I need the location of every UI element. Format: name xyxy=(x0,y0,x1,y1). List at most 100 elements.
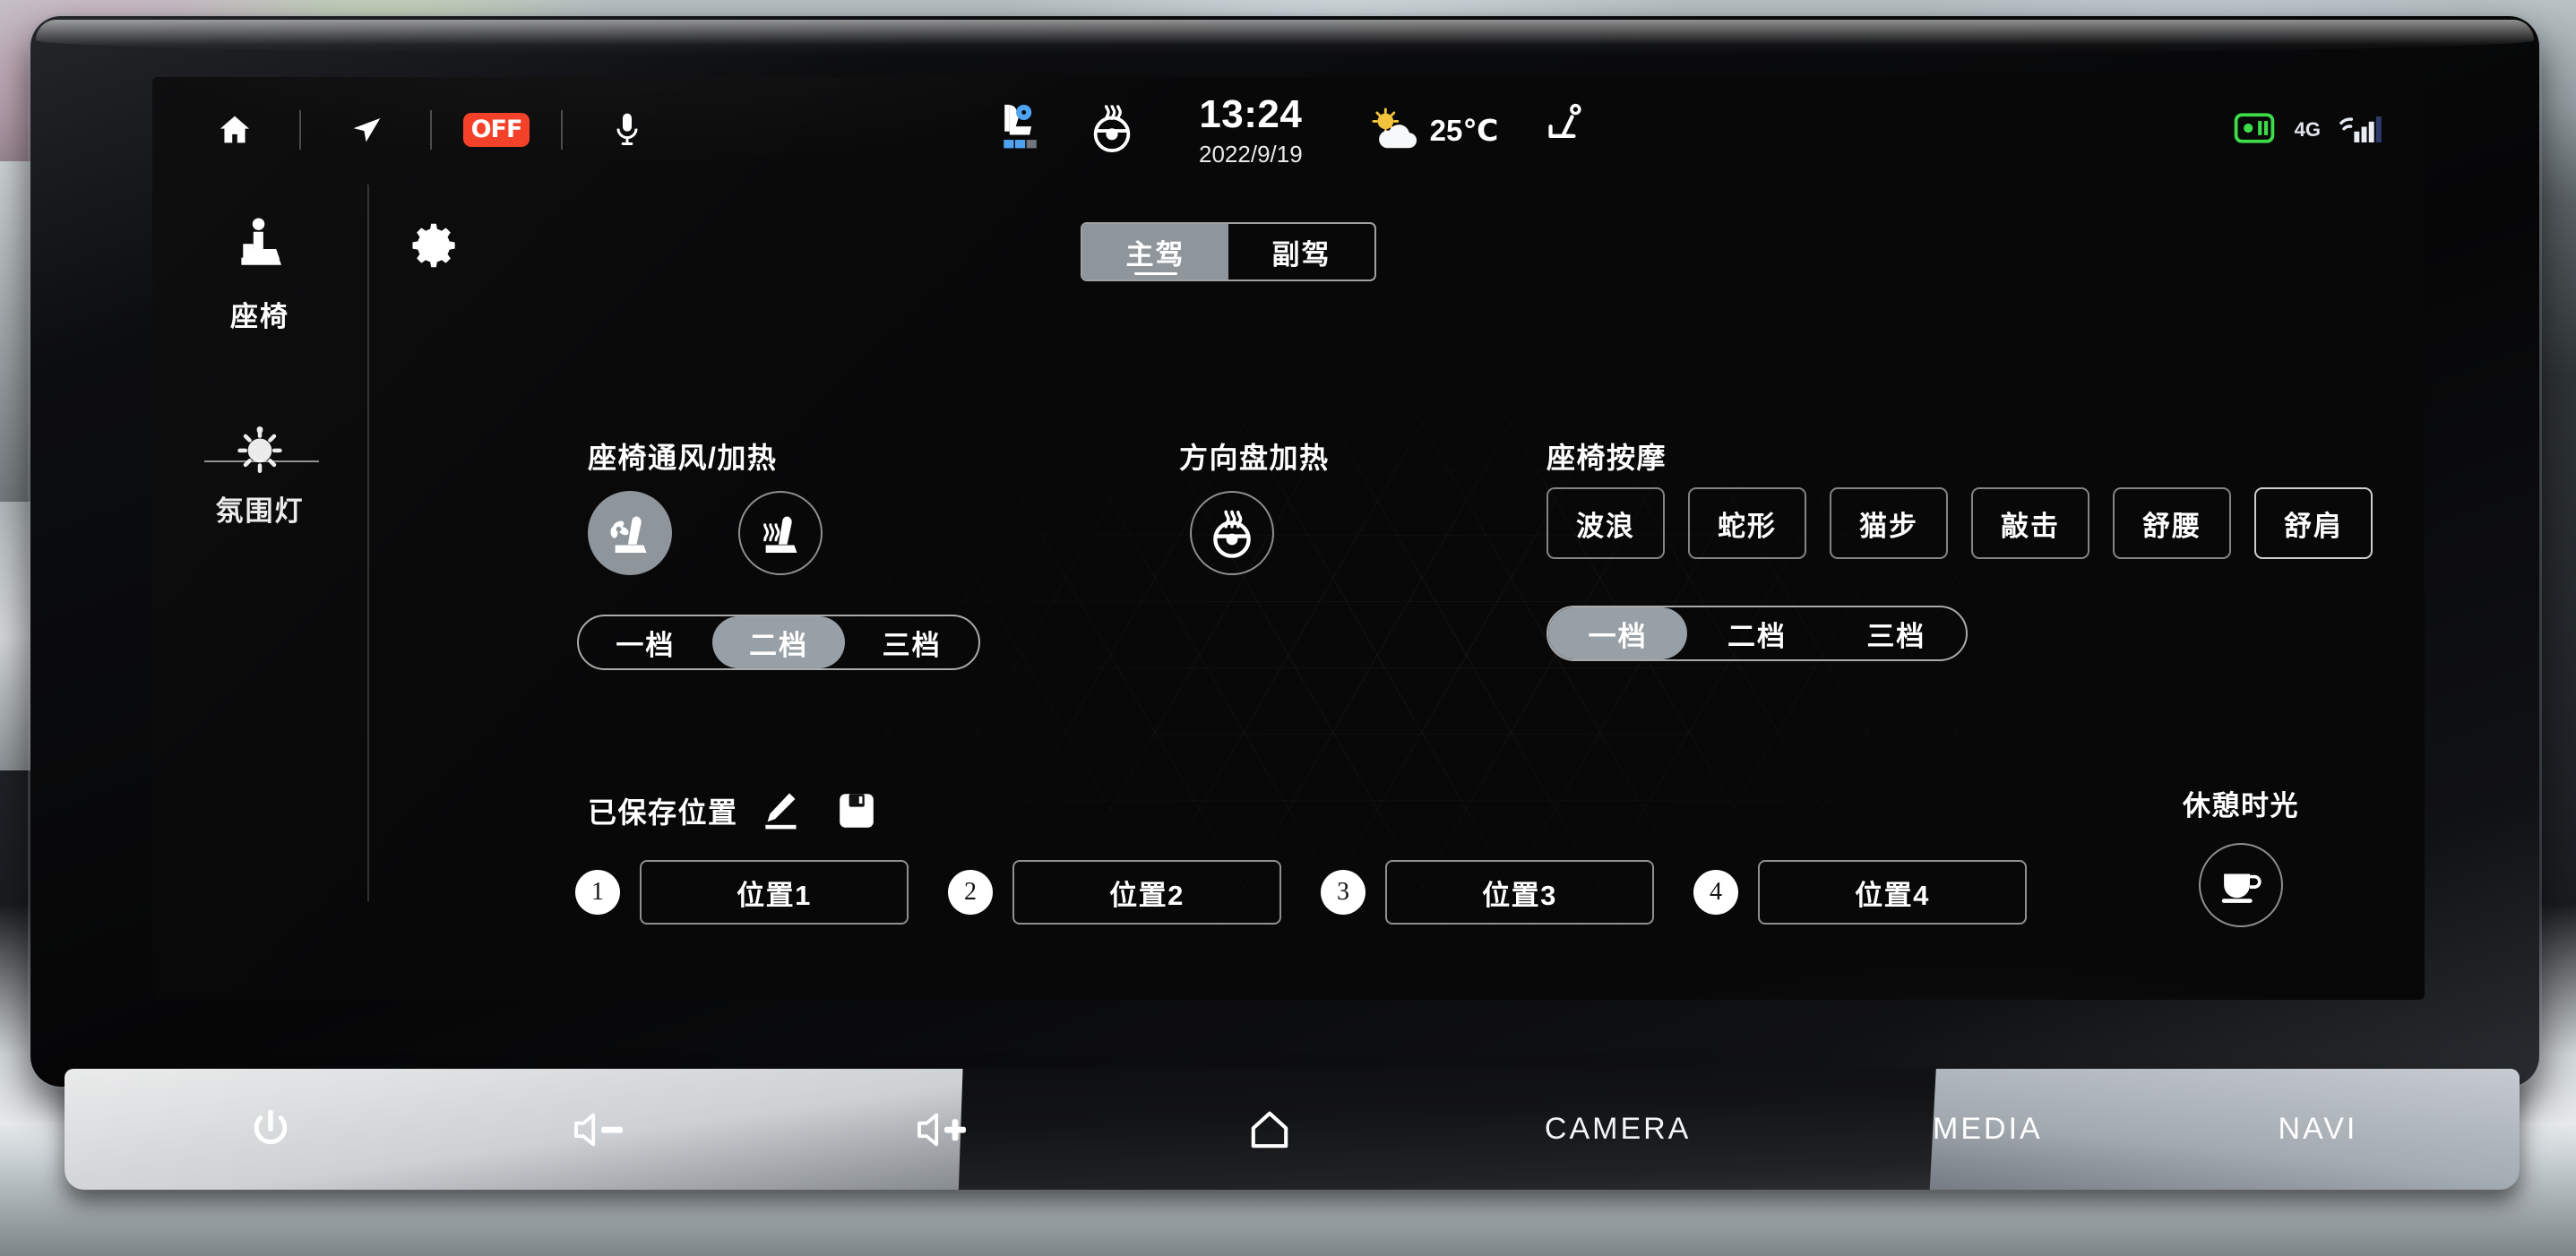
off-toggle-button[interactable]: OFF xyxy=(453,77,539,183)
position-number-2: 2 xyxy=(948,870,993,915)
sidebar-active-underline xyxy=(204,460,319,462)
tab-driver[interactable]: 主驾 xyxy=(1082,224,1228,280)
weather-widget[interactable]: 25℃ xyxy=(1366,108,1499,152)
massage-mode-1-label: 蛇形 xyxy=(1718,510,1777,542)
navigation-button[interactable] xyxy=(323,77,409,183)
position-number-4: 4 xyxy=(1693,870,1738,915)
clock-time: 13:24 xyxy=(1199,91,1303,136)
massage-mode-5[interactable]: 舒肩 xyxy=(2254,487,2373,559)
position-button-1[interactable]: 位置1 xyxy=(640,860,909,925)
massage-level-selector: 一档 二档 三档 xyxy=(1546,606,1968,661)
volume-up-button[interactable] xyxy=(777,1069,1111,1190)
sidebar-divider xyxy=(367,185,369,901)
massage-level-3[interactable]: 三档 xyxy=(1827,607,1966,659)
tab-passenger[interactable]: 副驾 xyxy=(1228,224,1374,280)
volume-down-button[interactable] xyxy=(425,1069,777,1190)
hotspot-button[interactable] xyxy=(2234,112,2275,148)
seat-ventilation-status-button[interactable] xyxy=(995,99,1045,161)
status-bar-left-group: OFF xyxy=(192,77,670,183)
seat-climate-level-selector: 一档 二档 三档 xyxy=(577,615,980,670)
sidebar: 座椅 氛围灯 xyxy=(152,192,367,962)
seat-ventilation-button[interactable] xyxy=(588,491,672,575)
microphone-icon xyxy=(616,113,638,145)
photo-scene: OFF 13:24 2022/9/19 25℃ 4G 座椅 氛围灯 主驾 副驾 … xyxy=(0,0,2576,1256)
sidebar-item-ambient-light[interactable]: 氛围灯 xyxy=(152,407,367,541)
massage-level-3-label: 三档 xyxy=(1866,620,1926,652)
seat-side-tabs: 主驾 副驾 xyxy=(1081,222,1376,281)
saved-positions-row: 1 位置1 2 位置2 3 位置3 4 位置4 xyxy=(575,860,2027,925)
seat-ventilation-status-icon xyxy=(1004,104,1037,148)
massage-mode-4[interactable]: 舒腰 xyxy=(2113,487,2231,559)
steering-wheel-heat-status-icon xyxy=(1093,104,1131,152)
position-number-3: 3 xyxy=(1321,870,1366,915)
rest-mode-button[interactable] xyxy=(2199,843,2283,927)
tab-driver-label: 主驾 xyxy=(1125,238,1185,271)
home-icon xyxy=(220,116,250,143)
navi-button[interactable]: NAVI xyxy=(2168,1069,2468,1190)
save-position-button[interactable] xyxy=(835,789,878,832)
steering-wheel-heat-button[interactable] xyxy=(1190,491,1274,575)
saved-positions-title: 已保存位置 xyxy=(588,796,738,829)
gear-icon xyxy=(412,223,455,268)
steering-wheel-heat-status-button[interactable] xyxy=(1088,102,1136,159)
status-divider-2 xyxy=(430,110,432,150)
seat-level-1[interactable]: 一档 xyxy=(579,616,712,668)
position-button-3[interactable]: 位置3 xyxy=(1385,860,1654,925)
sidebar-item-ambient-light-label: 氛围灯 xyxy=(215,495,305,527)
seat-climate-buttons xyxy=(588,491,823,575)
massage-mode-5-label: 舒肩 xyxy=(2284,510,2343,542)
rest-mode-label: 休憩时光 xyxy=(2183,790,2299,822)
cellular-signal-icon xyxy=(2339,116,2382,142)
massage-level-2[interactable]: 二档 xyxy=(1687,607,1826,659)
position-button-4[interactable]: 位置4 xyxy=(1758,860,2027,925)
massage-mode-0[interactable]: 波浪 xyxy=(1546,487,1665,559)
position-button-2[interactable]: 位置2 xyxy=(1012,860,1281,925)
status-bar-center-group: 13:24 2022/9/19 25℃ xyxy=(995,77,1588,183)
sidebar-item-seat[interactable]: 座椅 xyxy=(152,208,367,342)
massage-mode-2-label: 猫步 xyxy=(1859,510,1918,542)
home-button[interactable] xyxy=(192,77,278,183)
tab-passenger-label: 副驾 xyxy=(1271,238,1331,271)
settings-button[interactable] xyxy=(398,210,470,281)
power-button[interactable] xyxy=(116,1069,425,1190)
clock-date: 2022/9/19 xyxy=(1199,140,1303,168)
cellular-signal-button[interactable] xyxy=(2337,111,2385,150)
ambient-light-icon xyxy=(237,426,282,473)
massage-mode-3[interactable]: 敲击 xyxy=(1971,487,2089,559)
pencil-edit-icon xyxy=(764,793,797,830)
media-button[interactable]: MEDIA xyxy=(1807,1069,2168,1190)
camera-button[interactable]: CAMERA xyxy=(1428,1069,1807,1190)
hardware-button-strip: CAMERA MEDIA NAVI xyxy=(65,1069,2520,1190)
massage-mode-1[interactable]: 蛇形 xyxy=(1688,487,1806,559)
status-bar-right-group: 4G xyxy=(2234,77,2385,183)
edit-positions-button[interactable] xyxy=(758,788,803,833)
status-bar: OFF 13:24 2022/9/19 25℃ 4G xyxy=(152,77,2425,183)
massage-mode-2[interactable]: 猫步 xyxy=(1830,487,1948,559)
navi-button-label: NAVI xyxy=(2278,1112,2358,1146)
position-number-1: 1 xyxy=(575,870,620,915)
steering-wheel-heat-icon xyxy=(1213,510,1251,558)
home-outline-icon xyxy=(1252,1111,1288,1148)
volume-down-icon xyxy=(573,1113,623,1146)
position-button-2-label: 位置2 xyxy=(1109,879,1185,911)
hotspot-icon xyxy=(2234,112,2274,143)
seat-status-icon xyxy=(1548,103,1581,138)
massage-mode-4-label: 舒腰 xyxy=(2142,510,2201,542)
voice-assistant-button[interactable] xyxy=(584,77,670,183)
hardware-button-row: CAMERA MEDIA NAVI xyxy=(65,1069,2520,1190)
seat-level-2[interactable]: 二档 xyxy=(711,616,846,668)
massage-level-1[interactable]: 一档 xyxy=(1548,607,1688,659)
home-hardware-button[interactable] xyxy=(1112,1069,1429,1190)
sidebar-item-seat-label: 座椅 xyxy=(230,300,289,332)
seat-heating-button[interactable] xyxy=(738,491,823,575)
floppy-save-icon xyxy=(839,794,874,828)
massage-mode-list: 波浪 蛇形 猫步 敲击 舒腰 舒肩 xyxy=(1546,487,2373,559)
massage-title: 座椅按摩 xyxy=(1546,442,1667,474)
massage-mode-0-label: 波浪 xyxy=(1576,510,1635,542)
massage-level-2-label: 二档 xyxy=(1727,620,1787,652)
seat-level-3[interactable]: 三档 xyxy=(845,616,978,668)
weather-temperature: 25℃ xyxy=(1429,113,1499,147)
seat-climate-title: 座椅通风/加热 xyxy=(588,442,778,474)
seat-heating-icon xyxy=(763,516,797,553)
seat-status-button[interactable] xyxy=(1541,102,1588,159)
